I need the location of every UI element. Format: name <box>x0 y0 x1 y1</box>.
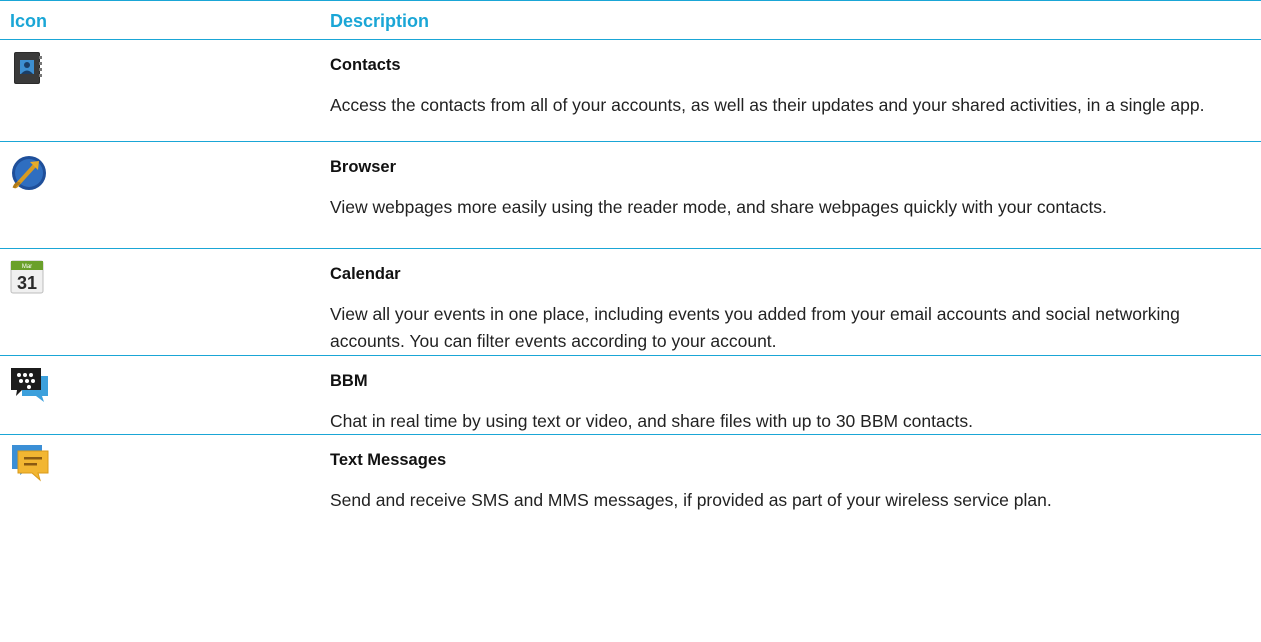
calendar-day-text: 31 <box>17 273 37 293</box>
header-icon-column: Icon <box>10 11 48 31</box>
row-title: Calendar <box>330 265 401 283</box>
table-row: Mar 31 Calendar View all your events in … <box>0 249 1261 356</box>
text-messages-icon <box>8 441 49 482</box>
row-description: Access the contacts from all of your acc… <box>330 95 1205 115</box>
table-row: BBM Chat in real time by using text or v… <box>0 356 1261 435</box>
contacts-icon <box>8 48 48 88</box>
row-title: BBM <box>330 372 368 390</box>
table-row: Text Messages Send and receive SMS and M… <box>0 435 1261 540</box>
table-header: Icon Description <box>0 0 1261 40</box>
apps-table: Icon Description Contacts Access the con… <box>0 0 1261 540</box>
browser-icon <box>8 152 48 192</box>
row-description: View all your events in one place, inclu… <box>330 304 1180 351</box>
row-title: Browser <box>330 158 397 176</box>
table-row: Contacts Access the contacts from all of… <box>0 40 1261 142</box>
row-title: Contacts <box>330 56 401 74</box>
row-description: View webpages more easily using the read… <box>330 197 1107 217</box>
row-description: Send and receive SMS and MMS messages, i… <box>330 490 1052 510</box>
row-title: Text Messages <box>330 451 447 469</box>
header-description-column: Description <box>330 11 430 31</box>
bbm-icon <box>8 364 48 404</box>
row-description: Chat in real time by using text or video… <box>330 411 973 431</box>
calendar-month-text: Mar <box>22 264 32 270</box>
table-row: Browser View webpages more easily using … <box>0 142 1261 249</box>
calendar-icon: Mar 31 <box>8 257 48 297</box>
